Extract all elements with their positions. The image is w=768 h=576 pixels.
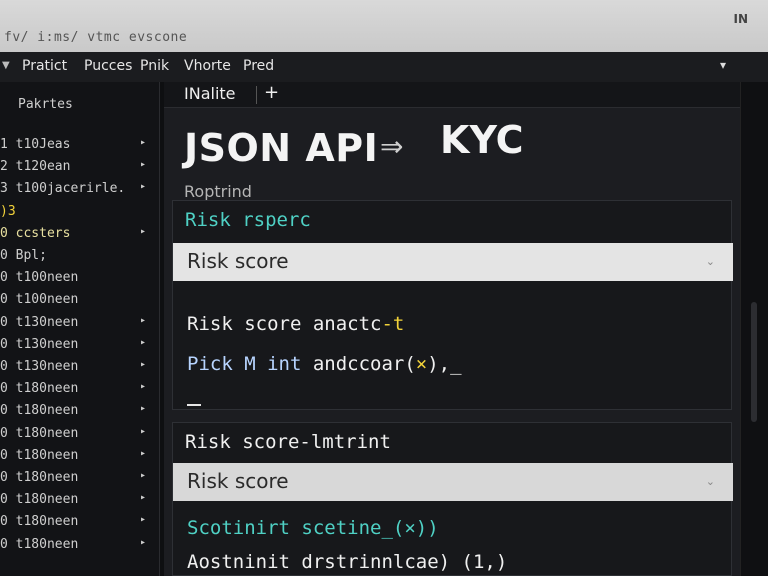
sidebar-item-label: 0 t100neen (0, 292, 79, 308)
code-text: Pick M int (187, 353, 302, 375)
sidebar-item-label: 0 Bpl; (0, 248, 47, 263)
code-line-3[interactable]: Scotinirt scetine_(×)) (187, 517, 439, 539)
sidebar-item[interactable]: 0 t180neen ▸ (0, 489, 160, 511)
sidebar-item[interactable]: 0 t180neen ▸ (0, 400, 160, 422)
arrow-right-icon: ⇒ (380, 130, 404, 163)
sidebar-item-label: 0 t100neen (0, 270, 79, 286)
code-highlight: × (415, 353, 428, 375)
menu-item-2[interactable]: Pucces (84, 58, 132, 74)
chevron-right-icon[interactable]: ▸ (140, 403, 146, 414)
risk-score-select-2[interactable]: Risk score ⌄ (173, 463, 733, 501)
sidebar-item[interactable]: 3 t100jacerirle. ▸ (0, 178, 160, 200)
chevron-right-icon[interactable]: ▸ (140, 359, 146, 370)
sidebar-item[interactable]: 0 t180neen ▸ (0, 534, 160, 556)
menu-item-5[interactable]: Pred (243, 58, 274, 74)
page-title-right: KYC (440, 118, 524, 162)
risk-panel-1: Risk rsperc Risk score ⌄ Risk score anac… (172, 200, 733, 411)
window-titlebar: fv/ i:ms/ vtmc evscone IN (0, 0, 768, 52)
code-text: ),_ (427, 353, 462, 375)
chevron-down-icon: ⌄ (705, 475, 715, 488)
sidebar-item-label: 0 t180neen (0, 403, 79, 419)
chevron-down-icon[interactable]: ▼ (2, 60, 10, 71)
sidebar-item-label: )3 (0, 203, 16, 219)
sidebar-item[interactable]: 0 t130neen ▸ (0, 334, 160, 356)
chevron-right-icon[interactable]: ▸ (140, 381, 146, 392)
sidebar-item-label: 0 t130neen (0, 314, 79, 330)
chevron-right-icon[interactable]: ▸ (140, 137, 146, 148)
chevron-right-icon[interactable]: ▸ (140, 514, 146, 525)
chevron-right-icon[interactable]: ▸ (140, 448, 146, 459)
select-value: Risk score (187, 469, 289, 493)
menu-item-3[interactable]: Pnik (140, 58, 169, 74)
window-title: fv/ i:ms/ vtmc evscone (4, 30, 188, 45)
code-highlight: -t (381, 313, 405, 335)
sidebar-item-label: 0 t180neen (0, 470, 79, 485)
sidebar-item[interactable]: 0 t130neen ▸ (0, 356, 160, 378)
sidebar: Pakrtes 1 t10Jeas ▸ 2 t120ean ▸ 3 t100jaceri… (0, 82, 160, 576)
caret-down-icon[interactable]: ▾ (720, 58, 726, 72)
panel-heading: Risk score-lmtrint (185, 431, 391, 453)
risk-score-select[interactable]: Risk score ⌄ (173, 243, 733, 281)
sidebar-item-label: 0 ccsters (0, 225, 71, 241)
sidebar-item-label: 2 t120ean (0, 159, 71, 175)
panel-heading: Risk rsperc (185, 209, 311, 231)
sidebar-item[interactable]: )3 (0, 201, 160, 223)
menu-bar: ▼ Pratict Pucces Pnik Vhorte Pred ▾ (0, 52, 768, 82)
code-text: Risk score (187, 313, 302, 335)
sidebar-item-label: 0 t180neen (0, 381, 79, 397)
text-cursor (187, 389, 201, 411)
chevron-right-icon[interactable]: ▸ (140, 226, 146, 237)
risk-panel-2: Risk score-lmtrint Risk score ⌄ Scotinir… (172, 422, 733, 576)
chevron-down-icon: ⌄ (705, 255, 715, 268)
sidebar-item-label: 0 t130neen (0, 359, 79, 374)
menu-item-4[interactable]: Vhorte (184, 58, 231, 74)
sidebar-item[interactable]: 0 t130neen ▸ (0, 312, 160, 334)
chevron-right-icon[interactable]: ▸ (140, 181, 146, 192)
chevron-right-icon[interactable]: ▸ (140, 159, 146, 170)
sidebar-item[interactable]: 0 t180neen ▸ (0, 423, 160, 445)
sidebar-item[interactable]: 2 t120ean ▸ (0, 156, 160, 178)
sidebar-item[interactable]: 0 t100neen (0, 289, 160, 311)
page-title-left: JSON API (184, 126, 379, 170)
sidebar-item[interactable]: 0 t180neen ▸ (0, 445, 160, 467)
chevron-right-icon[interactable]: ▸ (140, 426, 146, 437)
window-corner-label[interactable]: IN (733, 12, 748, 26)
tab-active[interactable]: INalite (184, 84, 236, 103)
sidebar-item-label: 0 t130neen (0, 336, 79, 352)
code-line-4[interactable]: Aostninit drstrinnlcae) (1,) (187, 551, 507, 573)
code-line-1[interactable]: Risk score anactc-t (187, 313, 404, 335)
sidebar-item-label: 0 t180neen (0, 492, 79, 508)
chevron-right-icon[interactable]: ▸ (140, 337, 146, 348)
select-value: Risk score (187, 249, 289, 273)
sidebar-item[interactable]: 0 ccsters ▸ (0, 223, 160, 245)
sidebar-item[interactable]: 0 t100neen (0, 267, 160, 289)
chevron-right-icon[interactable]: ▸ (140, 470, 146, 481)
chevron-right-icon[interactable]: ▸ (140, 492, 146, 503)
sidebar-item[interactable]: 0 t180neen ▸ (0, 467, 160, 489)
sidebar-item-label: 0 t180neen (0, 514, 79, 530)
sidebar-item-label: 0 t180neen (0, 425, 79, 441)
chevron-right-icon[interactable]: ▸ (140, 315, 146, 326)
chevron-right-icon[interactable]: ▸ (140, 537, 146, 548)
code-text: anactc (301, 313, 382, 335)
sidebar-item[interactable]: 0 t180neen ▸ (0, 511, 160, 533)
tab-divider (256, 86, 257, 104)
code-line-2[interactable]: Pick M int andccoar(×),_ (187, 353, 462, 375)
sidebar-item[interactable]: 0 t180neen ▸ (0, 378, 160, 400)
scrollbar-thumb[interactable] (751, 302, 757, 422)
sidebar-item[interactable]: 1 t10Jeas ▸ (0, 134, 160, 156)
page-subtitle: Roptrind (184, 182, 252, 201)
sidebar-item-label: 0 t180neen (0, 447, 79, 463)
sidebar-item-label: 1 t10Jeas (0, 137, 71, 152)
add-tab-button[interactable]: + (264, 82, 279, 103)
sidebar-item-label: 0 t180neen (0, 536, 79, 552)
editor-main: INalite + JSON API ⇒ KYC Roptrind Risk r… (164, 82, 740, 576)
sidebar-item-label: 3 t100jacerirle. (0, 181, 126, 197)
scrollbar[interactable] (740, 82, 768, 576)
menu-item-1[interactable]: Pratict (22, 58, 67, 74)
sidebar-item[interactable]: 0 Bpl; (0, 245, 160, 267)
code-text: andccoar( (301, 353, 416, 375)
tab-bar: INalite + (164, 82, 740, 108)
sidebar-header: Pakrtes (18, 97, 73, 112)
